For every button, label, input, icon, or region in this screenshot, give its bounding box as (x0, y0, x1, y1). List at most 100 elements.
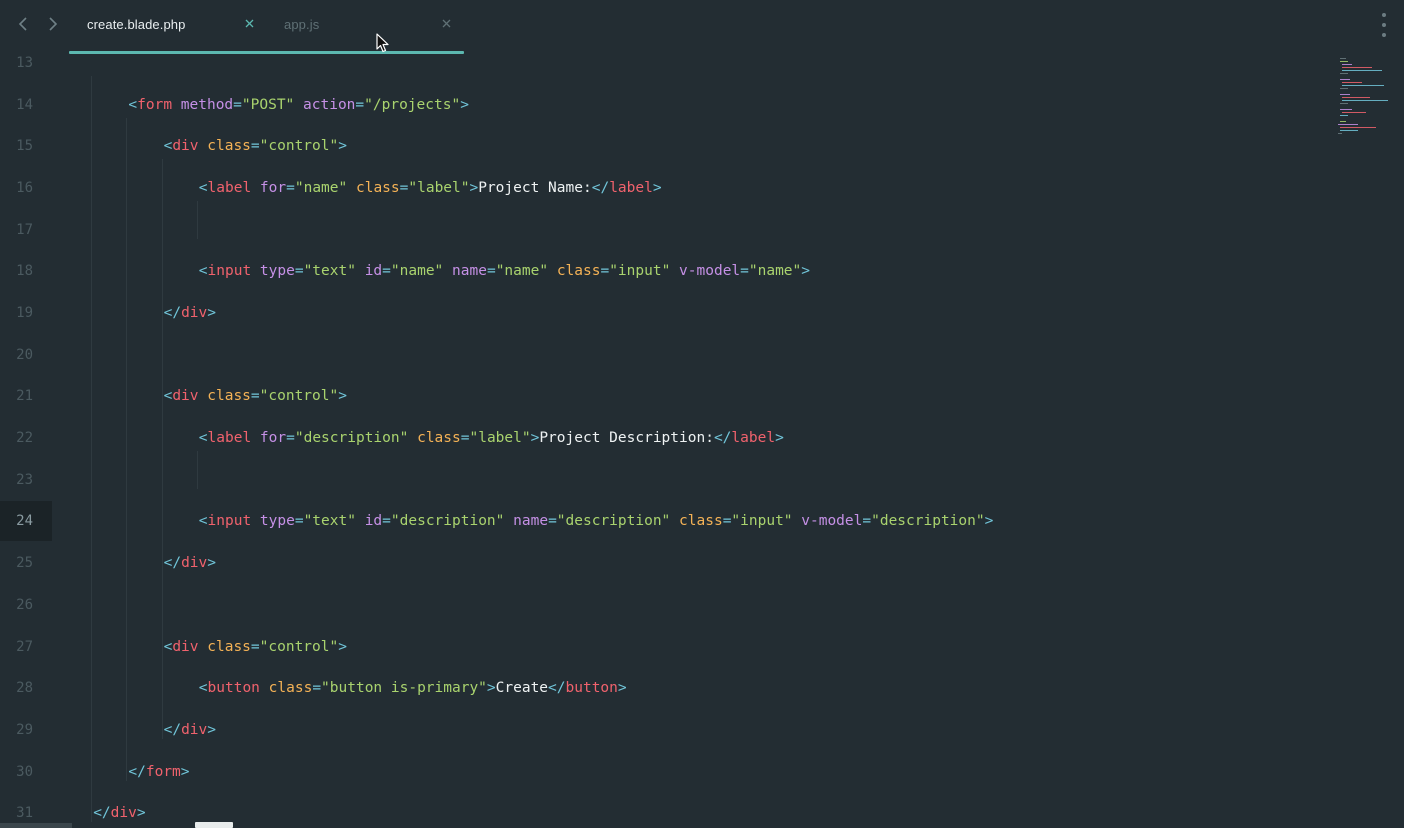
code-token: action (303, 96, 356, 113)
code-token: div (110, 805, 137, 822)
chevron-right-icon[interactable] (43, 14, 63, 34)
minimap-line (1340, 130, 1358, 131)
code-line[interactable]: </div> (164, 304, 216, 322)
code-token: div (181, 555, 208, 572)
close-icon[interactable] (242, 16, 256, 30)
code-token: label (609, 180, 653, 197)
code-token: = (548, 513, 557, 530)
code-token: = (862, 513, 872, 530)
close-icon[interactable] (439, 16, 453, 30)
code-token: < (198, 180, 208, 197)
code-token: button (207, 680, 260, 697)
code-token: "input" (731, 513, 793, 530)
tab-create-blade-php[interactable]: create.blade.php (69, 0, 266, 52)
code-token: label (207, 180, 252, 197)
code-token: button (565, 680, 618, 697)
code-token: input (207, 513, 252, 530)
code-token: div (172, 138, 199, 155)
minimap-line (1340, 61, 1348, 62)
code-token: > (207, 721, 216, 738)
code-token: > (617, 680, 627, 697)
code-token: > (338, 138, 347, 155)
code-token: = (250, 138, 260, 155)
code-token: Project Name: (478, 180, 592, 197)
minimap-line (1340, 73, 1348, 74)
code-line[interactable]: <form method="POST" action="/projects"> (128, 96, 469, 114)
code-token: > (338, 388, 347, 405)
minimap-line (1342, 112, 1366, 113)
code-token: "/projects" (364, 96, 461, 113)
code-token: "POST" (241, 96, 295, 113)
minimap[interactable] (1338, 54, 1398, 144)
code-token: div (181, 721, 208, 738)
tab-app-js[interactable]: app.js (266, 0, 463, 52)
code-token: = (740, 263, 749, 280)
code-token: div (181, 305, 208, 322)
code-token: div (172, 388, 199, 405)
code-token: > (469, 180, 479, 197)
code-token: v-model (679, 263, 741, 280)
code-token: = (233, 96, 242, 113)
code-token: = (600, 263, 610, 280)
code-token: = (355, 96, 365, 113)
code-line[interactable]: </form> (128, 763, 189, 781)
minimap-line (1342, 67, 1372, 68)
minimap-line (1342, 97, 1370, 98)
minimap-line (1340, 79, 1350, 80)
code-token: id (364, 263, 383, 280)
code-token: "input" (609, 263, 671, 280)
code-token: </ (163, 305, 182, 322)
code-line[interactable]: <button class="button is-primary">Create… (199, 679, 627, 697)
code-token: for (259, 430, 287, 447)
code-token: </ (548, 680, 566, 697)
minimap-line (1342, 82, 1362, 83)
more-vertical-icon[interactable] (1375, 13, 1393, 37)
code-token: < (198, 513, 208, 530)
code-line[interactable]: <div class="control"> (164, 638, 347, 656)
code-token: > (652, 180, 662, 197)
code-token: > (486, 680, 496, 697)
chevron-left-icon[interactable] (13, 14, 33, 34)
minimap-line (1340, 121, 1346, 122)
code-token: > (180, 763, 190, 780)
code-token: = (382, 263, 391, 280)
minimap-line (1342, 85, 1384, 86)
indent-guide (196, 451, 198, 489)
code-token: form (145, 763, 181, 780)
minimap-line (1340, 58, 1346, 59)
code-token: = (294, 513, 304, 530)
code-line[interactable]: </div> (164, 554, 216, 572)
code-line[interactable]: </div> (164, 721, 216, 739)
code-token: Project Description: (539, 430, 714, 447)
editor-pane[interactable]: 13 14 15 16 17 18 19 20 21 22 23 24 25 26 27 28 29 30 31 <… (0, 54, 1404, 828)
minimap-line (1338, 124, 1358, 125)
code-token: v-model (801, 513, 863, 530)
code-line[interactable]: <input type="text" id="description" name… (199, 512, 994, 530)
code-token: "description" (556, 513, 671, 530)
code-token: < (198, 430, 208, 447)
code-line[interactable]: </div> (93, 804, 145, 822)
code-token: > (801, 263, 811, 280)
code-line[interactable]: <label for="name" class="label">Project … (199, 179, 662, 197)
code-line[interactable]: <input type="text" id="name" name="name"… (199, 262, 810, 280)
code-token: "label" (408, 180, 470, 197)
code-area[interactable]: <form method="POST" action="/projects"> <… (0, 54, 1320, 828)
code-token: "control" (259, 388, 339, 405)
code-line[interactable]: <div class="control"> (164, 137, 347, 155)
code-token: class (207, 138, 251, 155)
code-line[interactable]: <label for="description" class="label">P… (199, 429, 784, 447)
code-token: name (452, 263, 487, 280)
code-token: input (207, 263, 252, 280)
code-line[interactable]: <div class="control"> (164, 387, 347, 405)
tab-bar: create.blade.php app.js (0, 0, 1404, 54)
code-token: = (286, 180, 295, 197)
